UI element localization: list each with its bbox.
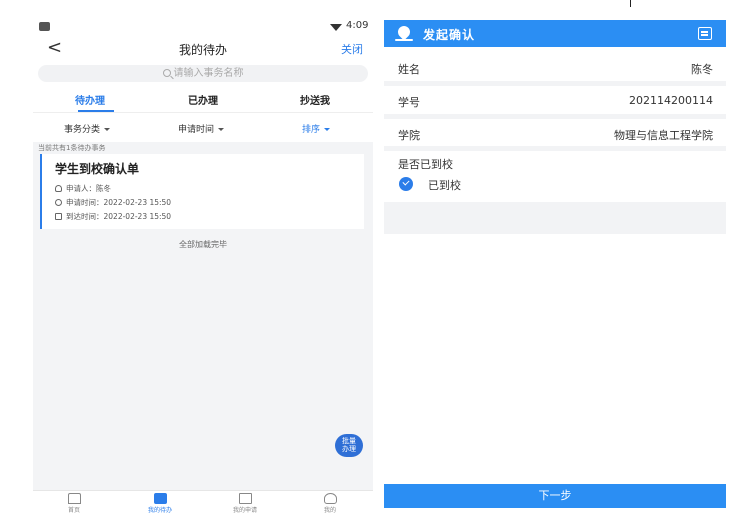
todo-card[interactable]: 学生到校确认单 申请人：陈冬 申请时间：2022-02-23 15:50 到达时…	[40, 154, 364, 229]
tab-done[interactable]: 已办理	[188, 92, 218, 107]
all-loaded-text: 全部加载完毕	[179, 240, 227, 249]
divider	[384, 146, 726, 151]
next-step-button[interactable]: 下一步	[384, 484, 726, 508]
name-label: 姓名	[398, 63, 420, 76]
tabbar-home-label: 首页	[67, 507, 80, 514]
checked-circle-icon[interactable]	[399, 177, 413, 191]
tabbar-my-todo-label: 我的待办	[147, 507, 172, 514]
filter-apply-time-label: 申请时间	[178, 125, 215, 135]
tabbar-home[interactable]: 首页	[49, 493, 99, 514]
page-title: 我的待办	[178, 43, 227, 57]
filter-sort[interactable]: 排序	[302, 122, 331, 135]
top-tick-mark	[630, 0, 631, 7]
app-notification-icon	[39, 22, 50, 31]
chevron-down-icon	[104, 128, 111, 131]
todo-count-text: 当前共有1条待办事务	[38, 144, 106, 152]
status-bar: 4:09	[33, 16, 373, 36]
batch-process-line1: 批量	[342, 437, 356, 445]
tab-bar: 待办理 已办理 抄送我	[33, 86, 373, 112]
confirm-title: 发起确认	[423, 28, 476, 42]
tab-pending[interactable]: 待办理	[75, 92, 105, 107]
todo-card-title: 学生到校确认单	[55, 162, 140, 176]
search-input[interactable]: 请输入事务名称	[38, 65, 368, 82]
filter-category[interactable]: 事务分类	[64, 122, 111, 135]
tabbar-my-application[interactable]: 我的申请	[220, 493, 270, 514]
filter-bar: 事务分类 申请时间 排序	[33, 112, 373, 142]
arrive-time-text: 到达时间：2022-02-23 15:50	[66, 212, 172, 221]
filter-sort-label: 排序	[302, 125, 321, 135]
confirm-header: 发起确认	[384, 20, 726, 47]
name-value: 陈冬	[691, 63, 713, 76]
person-icon	[55, 185, 62, 192]
college-label: 学院	[398, 129, 420, 142]
tabbar-me-label: 我的	[323, 507, 336, 514]
tabbar-me[interactable]: 我的	[305, 493, 355, 514]
name-row: 姓名 陈冬	[384, 53, 726, 81]
batch-process-line2: 办理	[342, 445, 356, 453]
nav-bar: < 我的待办 关闭	[33, 36, 373, 62]
search-icon	[162, 69, 171, 77]
student-id-label: 学号	[398, 96, 420, 109]
arrived-question: 是否已到校	[398, 158, 453, 171]
arrived-option-label[interactable]: 已到校	[428, 177, 461, 193]
tabbar-my-todo[interactable]: 我的待办	[135, 493, 185, 514]
arrive-time-row: 到达时间：2022-02-23 15:50	[55, 211, 171, 222]
location-pin-icon	[395, 23, 413, 41]
filter-apply-time[interactable]: 申请时间	[178, 122, 225, 135]
status-time: 4:09	[346, 20, 369, 31]
record-list-icon[interactable]	[698, 27, 712, 40]
college-value: 物理与信息工程学院	[614, 129, 713, 142]
applicant-row: 申请人：陈冬	[55, 183, 111, 194]
applicant-text: 申请人：陈冬	[66, 184, 111, 193]
user-icon	[323, 493, 337, 504]
search-placeholder: 请输入事务名称	[173, 68, 244, 79]
spacer-block	[384, 202, 726, 234]
chevron-down-icon	[218, 128, 225, 131]
student-id-row: 学号 202114200114	[384, 86, 726, 114]
close-button[interactable]: 关闭	[341, 41, 363, 57]
home-icon	[67, 493, 81, 504]
filter-category-label: 事务分类	[64, 125, 101, 135]
application-icon	[238, 493, 252, 504]
my-todo-screen: 4:09 < 我的待办 关闭 请输入事务名称 待办理 已办理 抄送我 事务分类 …	[33, 16, 373, 518]
search-bar: 请输入事务名称	[33, 62, 373, 86]
chevron-down-icon	[324, 128, 331, 131]
apply-time-text: 申请时间：2022-02-23 15:50	[66, 198, 172, 207]
tabbar-my-application-label: 我的申请	[232, 507, 257, 514]
bottom-tab-bar: 首页 我的待办 我的申请 我的	[33, 490, 373, 518]
student-id-value: 202114200114	[629, 94, 713, 107]
apply-time-row: 申请时间：2022-02-23 15:50	[55, 197, 171, 208]
todo-icon	[153, 493, 167, 504]
college-row: 学院 物理与信息工程学院	[384, 119, 726, 147]
batch-process-button[interactable]: 批量 办理	[335, 434, 363, 457]
confirm-screen: 发起确认 姓名 陈冬 学号 202114200114 学院 物理与信息工程学院 …	[384, 20, 726, 508]
clock-icon	[55, 199, 62, 206]
tab-cc-me[interactable]: 抄送我	[300, 92, 330, 107]
pin-base	[395, 39, 413, 41]
calendar-icon	[55, 213, 62, 220]
wifi-icon	[330, 24, 342, 31]
